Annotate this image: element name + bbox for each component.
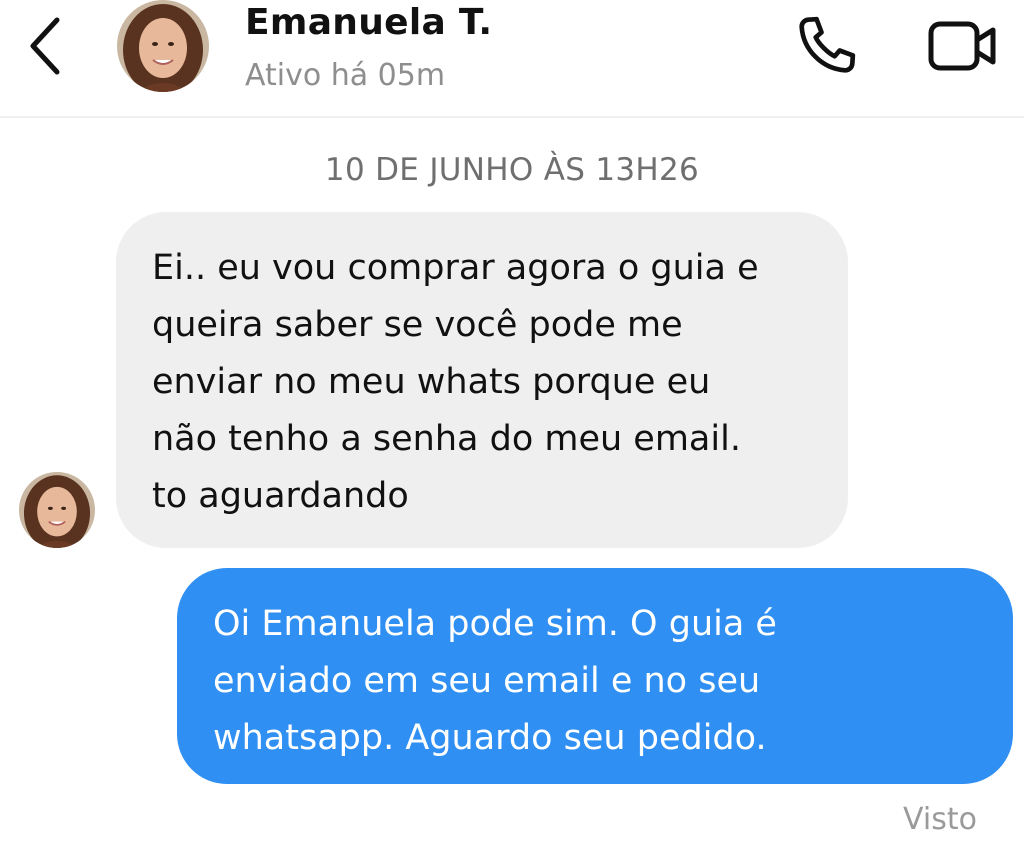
message-line: enviado em seu email e no seu: [213, 661, 761, 701]
voice-call-button[interactable]: [790, 8, 864, 82]
message-line: não tenho a senha do meu email.: [152, 419, 741, 459]
message-line: queira saber se você pode me: [152, 305, 683, 345]
message-line: whatsapp. Aguardo seu pedido.: [213, 718, 767, 758]
chat-header: Emanuela T. Ativo há 05m: [0, 0, 1024, 118]
incoming-message[interactable]: Ei.. eu vou comprar agora o guia e queir…: [116, 212, 848, 548]
message-line: enviar no meu whats porque eu: [152, 362, 711, 402]
video-camera-icon: [928, 21, 996, 71]
seen-indicator: Visto: [903, 802, 977, 837]
sender-avatar[interactable]: [19, 472, 95, 548]
phone-icon: [799, 16, 856, 73]
message-line: Ei.. eu vou comprar agora o guia e: [152, 248, 759, 288]
message-line: to aguardando: [152, 476, 409, 516]
message-timestamp: 10 DE JUNHO ÀS 13H26: [324, 152, 700, 188]
back-button[interactable]: [20, 14, 70, 78]
chat-screen: Emanuela T. Ativo há 05m 10 DE JUNHO ÀS …: [0, 0, 1024, 865]
video-call-button[interactable]: [922, 10, 1004, 82]
contact-avatar[interactable]: [117, 0, 209, 92]
contact-name[interactable]: Emanuela T.: [245, 2, 492, 43]
outgoing-message[interactable]: Oi Emanuela pode sim. O guia é enviado e…: [177, 568, 1013, 784]
contact-status: Ativo há 05m: [245, 58, 446, 93]
message-line: Oi Emanuela pode sim. O guia é: [213, 604, 777, 644]
chevron-left-icon: [30, 17, 60, 75]
